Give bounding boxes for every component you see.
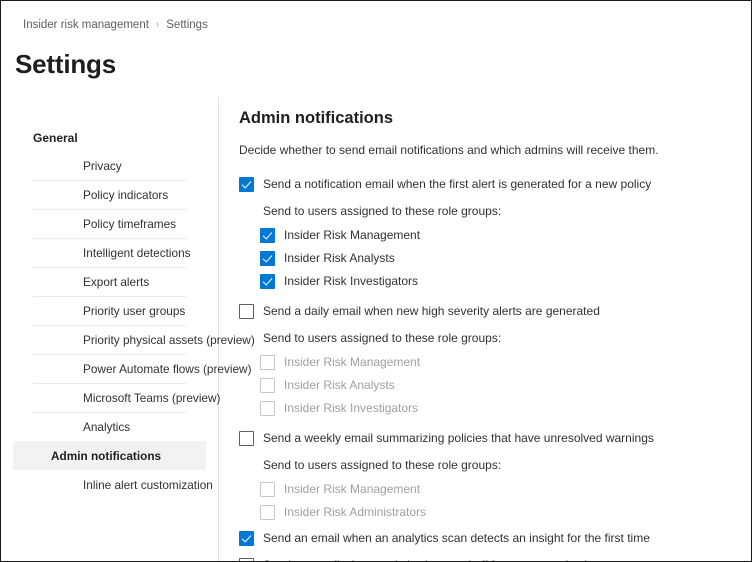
checkbox-unchecked-icon (260, 378, 275, 393)
sidebar-nav-list: Privacy Policy indicators Policy timeframe… (1, 151, 255, 499)
checkbox-unchecked-icon (260, 355, 275, 370)
settings-sidebar: General Privacy Policy indicators Policy t… (1, 97, 255, 561)
breadcrumb: Insider risk management › Settings (23, 18, 208, 32)
sidebar-item-priority-user-groups[interactable]: Priority user groups (33, 296, 186, 325)
breadcrumb-current[interactable]: Settings (166, 18, 208, 32)
checkbox-label: Insider Risk Analysts (284, 378, 395, 392)
role-checkbox-0-2[interactable]: Insider Risk Investigators (260, 273, 725, 289)
sidebar-item-analytics[interactable]: Analytics (33, 412, 186, 441)
checkbox-checked-icon[interactable] (260, 251, 275, 266)
checkbox-label: Insider Risk Administrators (284, 505, 427, 519)
checkbox-label: Insider Risk Investigators (284, 401, 419, 415)
standalone-checkbox-1[interactable]: Send an email when analytics is turned o… (239, 557, 725, 561)
role-checkbox-0-1[interactable]: Insider Risk Analysts (260, 250, 725, 266)
checkbox-checked-icon[interactable] (239, 177, 254, 192)
role-checkbox-2-1: Insider Risk Administrators (260, 504, 725, 520)
sidebar-item-policy-indicators[interactable]: Policy indicators (33, 180, 186, 209)
sidebar-item-label: Privacy (83, 158, 122, 173)
standalone-checkbox-0[interactable]: Send an email when an analytics scan det… (239, 530, 725, 546)
sidebar-item-intelligent-detections[interactable]: Intelligent detections (33, 238, 191, 267)
group-toggle-1[interactable]: Send a daily email when new high severit… (239, 303, 725, 319)
sidebar-item-microsoft-teams-preview[interactable]: Microsoft Teams (preview) (33, 383, 220, 412)
sidebar-item-label: Policy indicators (83, 188, 169, 202)
breadcrumb-parent[interactable]: Insider risk management (23, 18, 149, 32)
sidebar-item-label: Inline alert customization (83, 478, 213, 492)
settings-page: Insider risk management › Settings Setti… (0, 0, 752, 562)
checkbox-label: Send a notification email when the first… (263, 177, 652, 191)
sidebar-item-privacy[interactable]: Privacy (33, 151, 186, 180)
role-checkbox-1-0: Insider Risk Management (260, 354, 725, 370)
checkbox-checked-icon[interactable] (239, 531, 254, 546)
role-checkbox-0-0[interactable]: Insider Risk Management (260, 227, 725, 243)
checkbox-unchecked-icon[interactable] (239, 431, 254, 446)
body-area: General Privacy Policy indicators Policy t… (1, 97, 751, 561)
role-groups-label: Send to users assigned to these role gro… (263, 204, 502, 218)
checkbox-checked-icon[interactable] (260, 228, 275, 243)
sidebar-item-label: Intelligent detections (83, 246, 191, 260)
group-toggle-2[interactable]: Send a weekly email summarizing policies… (239, 430, 725, 446)
content-title: Admin notifications (239, 109, 393, 127)
sidebar-item-priority-physical-assets-preview[interactable]: Priority physical assets (preview) (33, 325, 255, 354)
notification-group: Send a weekly email summarizing policies… (239, 430, 725, 520)
sidebar-item-inline-alert-customization[interactable]: Inline alert customization (33, 470, 213, 499)
page-title: Settings (15, 49, 116, 79)
sidebar-item-label: Microsoft Teams (preview) (83, 391, 221, 405)
chevron-right-icon: › (155, 19, 160, 30)
checkbox-checked-icon[interactable] (260, 274, 275, 289)
checkbox-unchecked-icon (260, 401, 275, 416)
checkbox-unchecked-icon (260, 482, 275, 497)
role-checkbox-1-1: Insider Risk Analysts (260, 377, 725, 393)
notification-group: Send a daily email when new high severit… (239, 303, 725, 416)
role-checkbox-1-2: Insider Risk Investigators (260, 400, 725, 416)
checkbox-label: Send a daily email when new high severit… (263, 304, 600, 318)
sidebar-item-label: Policy timeframes (83, 217, 177, 231)
checkbox-label: Insider Risk Management (284, 355, 421, 369)
role-checkbox-2-0: Insider Risk Management (260, 481, 725, 497)
role-groups-label: Send to users assigned to these role gro… (263, 331, 502, 345)
role-groups-label: Send to users assigned to these role gro… (263, 458, 502, 472)
checkbox-label: Insider Risk Investigators (284, 274, 419, 288)
notification-group: Send a notification email when the first… (239, 176, 725, 289)
checkbox-unchecked-icon (260, 505, 275, 520)
sidebar-item-export-alerts[interactable]: Export alerts (33, 267, 186, 296)
sidebar-item-label: Export alerts (83, 275, 150, 289)
checkbox-label: Send an email when an analytics scan det… (263, 531, 650, 545)
checkbox-label: Send an email when analytics is turned o… (263, 557, 600, 561)
content-description: Decide whether to send email notificatio… (239, 143, 659, 157)
sidebar-item-policy-timeframes[interactable]: Policy timeframes (33, 209, 186, 238)
sidebar-item-label: Power Automate flows (preview) (83, 362, 252, 376)
sidebar-item-label: Analytics (83, 420, 131, 434)
sidebar-section-header: General (33, 131, 78, 145)
checkbox-unchecked-icon[interactable] (239, 304, 254, 319)
sidebar-item-admin-notifications[interactable]: Admin notifications (13, 441, 206, 470)
notification-groups: Send a notification email when the first… (239, 176, 725, 520)
standalone-checks: Send an email when an analytics scan det… (239, 530, 725, 561)
sidebar-item-label: Admin notifications (51, 449, 162, 463)
checkbox-label: Insider Risk Analysts (284, 251, 395, 265)
checkbox-unchecked-icon[interactable] (239, 558, 254, 561)
sidebar-item-label: Priority user groups (83, 304, 186, 318)
checkbox-label: Send a weekly email summarizing policies… (263, 431, 654, 445)
checkbox-label: Insider Risk Management (284, 482, 421, 496)
sidebar-item-power-automate-flows-preview[interactable]: Power Automate flows (preview) (33, 354, 252, 383)
sidebar-item-label: Priority physical assets (preview) (83, 333, 255, 347)
group-toggle-0[interactable]: Send a notification email when the first… (239, 176, 725, 192)
settings-content: Admin notifications Decide whether to se… (219, 97, 751, 561)
checkbox-label: Insider Risk Management (284, 228, 421, 242)
